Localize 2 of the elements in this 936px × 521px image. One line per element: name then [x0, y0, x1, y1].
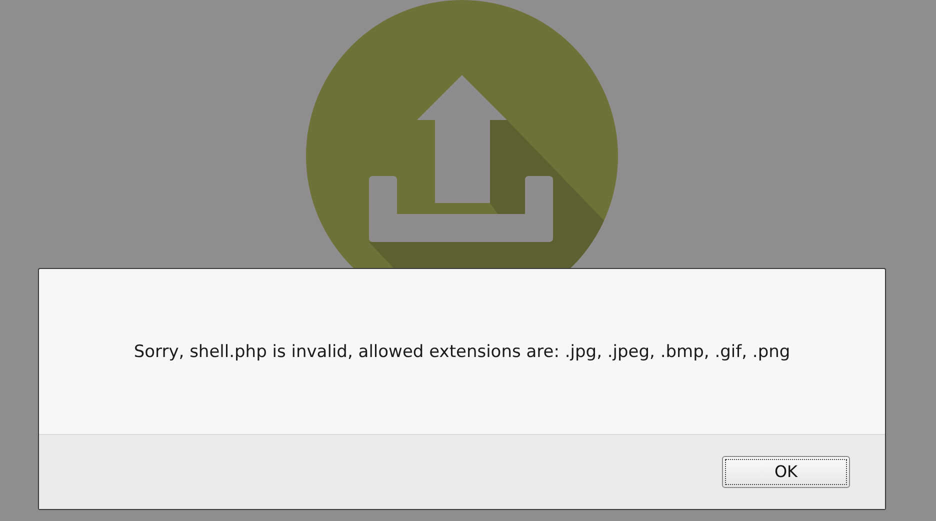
- ok-button[interactable]: OK: [722, 456, 850, 488]
- dialog-message: Sorry, shell.php is invalid, allowed extensions are: .jpg, .jpeg, .bmp, .gif, .png: [134, 342, 790, 362]
